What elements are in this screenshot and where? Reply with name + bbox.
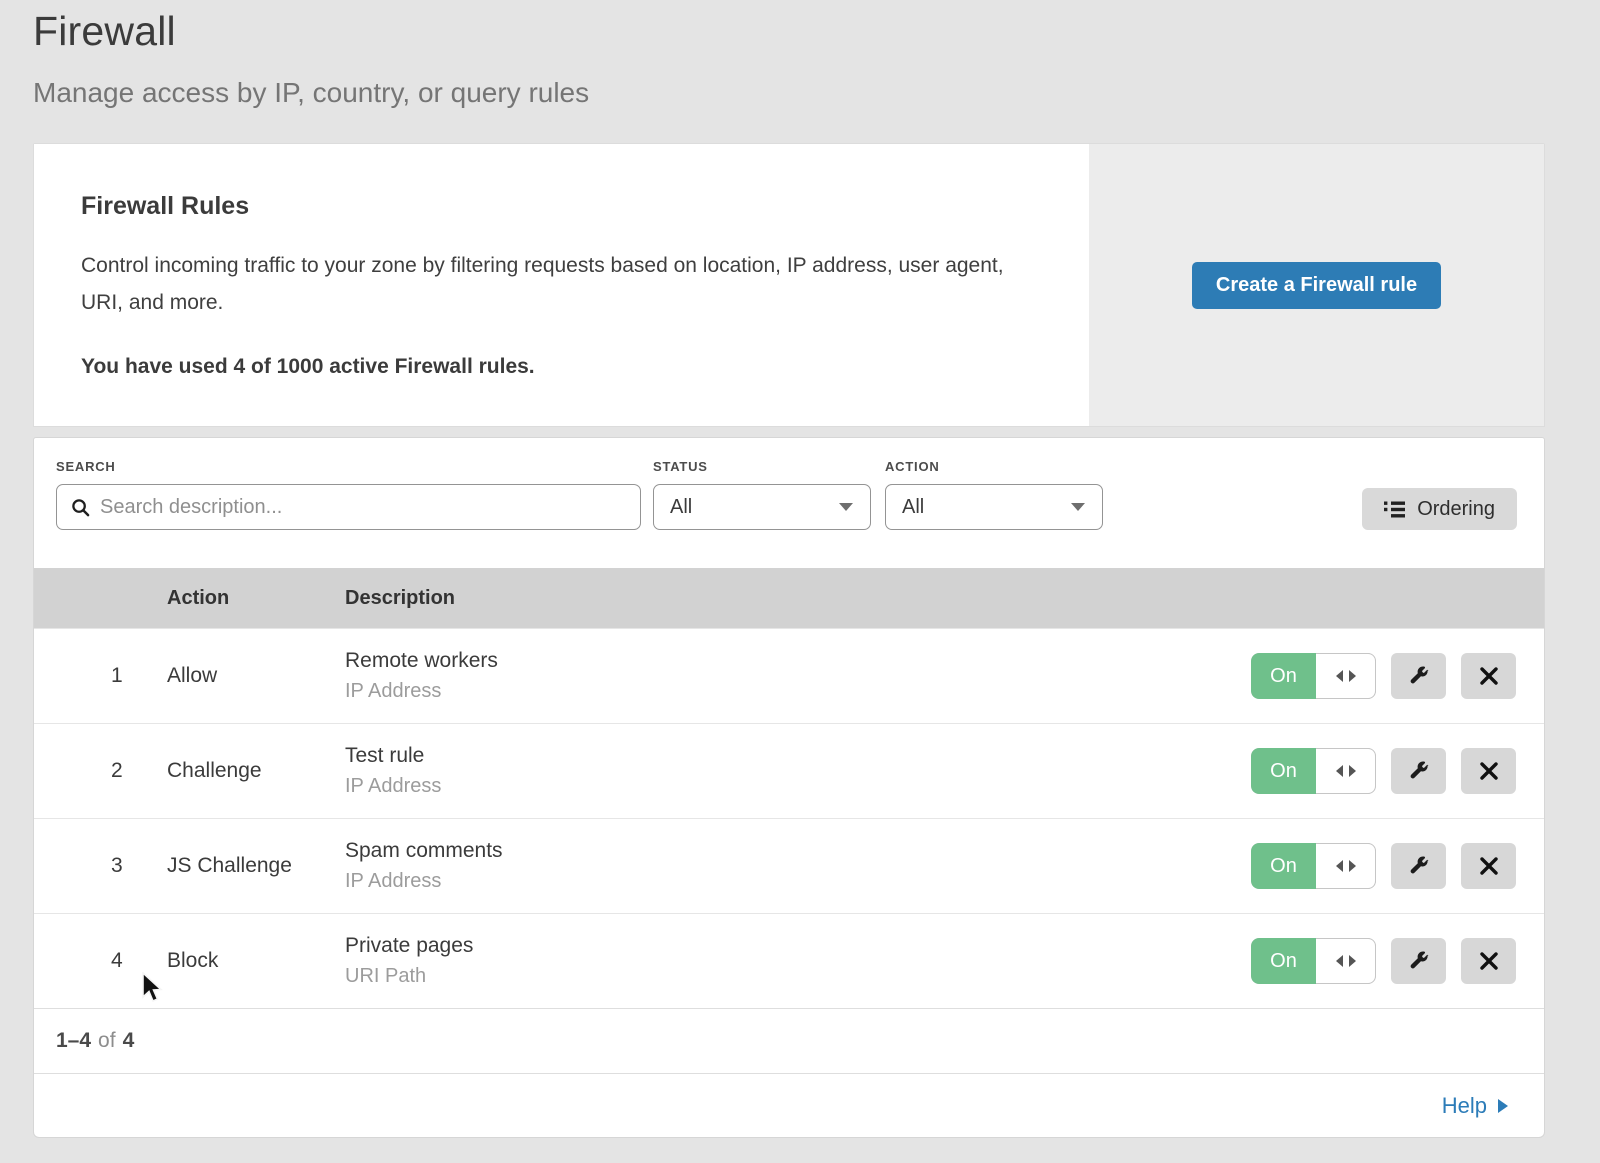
pagination: 1–4 of 4 [34, 1008, 1544, 1073]
rule-match-type: URI Path [345, 965, 1251, 988]
rule-description: Spam comments [345, 839, 1251, 863]
edit-rule-button[interactable] [1391, 748, 1446, 794]
page-subtitle: Manage access by IP, country, or query r… [33, 77, 1600, 109]
rule-description: Private pages [345, 934, 1251, 958]
delete-rule-button[interactable] [1461, 748, 1516, 794]
ordered-list-icon [1384, 501, 1405, 518]
rule-enabled-toggle[interactable]: On [1251, 938, 1376, 984]
search-input[interactable] [100, 496, 626, 519]
rule-action: JS Challenge [167, 854, 345, 878]
edit-rule-button[interactable] [1391, 843, 1446, 889]
rule-description: Remote workers [345, 649, 1251, 673]
close-icon [1480, 952, 1498, 970]
close-icon [1480, 762, 1498, 780]
chevron-down-icon [1070, 502, 1086, 512]
help-link-label: Help [1442, 1093, 1487, 1119]
close-icon [1480, 667, 1498, 685]
page-header: Firewall Manage access by IP, country, o… [0, 0, 1600, 109]
action-select[interactable]: All [885, 484, 1103, 530]
table-header: Action Description [34, 568, 1544, 628]
pagination-total: 4 [123, 1029, 135, 1053]
close-icon [1480, 857, 1498, 875]
ordering-button-label: Ordering [1417, 498, 1495, 521]
rules-usage-text: You have used 4 of 1000 active Firewall … [81, 355, 1029, 379]
search-label: SEARCH [56, 459, 641, 474]
status-label: STATUS [653, 459, 871, 474]
card-aside: Create a Firewall rule [1089, 144, 1544, 426]
rule-priority: 3 [34, 854, 167, 878]
rule-action: Block [167, 949, 345, 973]
table-row: 1 Allow Remote workers IP Address On [34, 628, 1544, 723]
table-row: 2 Challenge Test rule IP Address On [34, 723, 1544, 818]
rules-panel: SEARCH STATUS All [33, 437, 1545, 1138]
delete-rule-button[interactable] [1461, 653, 1516, 699]
toggle-arrows-icon [1316, 938, 1376, 984]
status-select[interactable]: All [653, 484, 871, 530]
card-heading: Firewall Rules [81, 192, 1029, 221]
rule-priority: 2 [34, 759, 167, 783]
search-box[interactable] [56, 484, 641, 530]
toggle-on-label: On [1251, 748, 1316, 794]
rule-match-type: IP Address [345, 870, 1251, 893]
panel-footer: Help [34, 1073, 1544, 1137]
toggle-on-label: On [1251, 938, 1316, 984]
page-title: Firewall [33, 8, 1600, 55]
toggle-on-label: On [1251, 843, 1316, 889]
delete-rule-button[interactable] [1461, 843, 1516, 889]
table-row: 3 JS Challenge Spam comments IP Address … [34, 818, 1544, 913]
toggle-arrows-icon [1316, 653, 1376, 699]
edit-rule-button[interactable] [1391, 653, 1446, 699]
firewall-rules-card: Firewall Rules Control incoming traffic … [33, 143, 1545, 427]
pagination-range: 1–4 [56, 1029, 91, 1053]
rule-priority: 1 [34, 664, 167, 688]
rule-match-type: IP Address [345, 775, 1251, 798]
wrench-icon [1408, 665, 1430, 687]
action-label: ACTION [885, 459, 1103, 474]
wrench-icon [1408, 760, 1430, 782]
create-firewall-rule-button[interactable]: Create a Firewall rule [1192, 262, 1441, 309]
edit-rule-button[interactable] [1391, 938, 1446, 984]
search-icon [71, 498, 90, 517]
wrench-icon [1408, 950, 1430, 972]
firewall-rules-card-text: Firewall Rules Control incoming traffic … [34, 144, 1089, 426]
rule-enabled-toggle[interactable]: On [1251, 748, 1376, 794]
ordering-button[interactable]: Ordering [1362, 488, 1517, 530]
help-arrow-icon [1497, 1098, 1509, 1114]
column-header-description: Description [345, 587, 1544, 610]
filters-bar: SEARCH STATUS All [34, 438, 1544, 568]
help-link[interactable]: Help [1442, 1093, 1509, 1119]
rule-priority: 4 [34, 949, 167, 973]
rule-action: Allow [167, 664, 345, 688]
toggle-on-label: On [1251, 653, 1316, 699]
chevron-down-icon [838, 502, 854, 512]
table-row: 4 Block Private pages URI Path On [34, 913, 1544, 1008]
rule-action: Challenge [167, 759, 345, 783]
status-select-value: All [670, 496, 692, 519]
column-header-action: Action [167, 587, 345, 610]
toggle-arrows-icon [1316, 843, 1376, 889]
rule-enabled-toggle[interactable]: On [1251, 843, 1376, 889]
rule-description: Test rule [345, 744, 1251, 768]
firewall-content: Firewall Rules Control incoming traffic … [33, 143, 1545, 1138]
wrench-icon [1408, 855, 1430, 877]
rule-enabled-toggle[interactable]: On [1251, 653, 1376, 699]
card-description: Control incoming traffic to your zone by… [81, 247, 1029, 321]
delete-rule-button[interactable] [1461, 938, 1516, 984]
action-select-value: All [902, 496, 924, 519]
rule-match-type: IP Address [345, 680, 1251, 703]
toggle-arrows-icon [1316, 748, 1376, 794]
pagination-of: of [98, 1029, 116, 1053]
